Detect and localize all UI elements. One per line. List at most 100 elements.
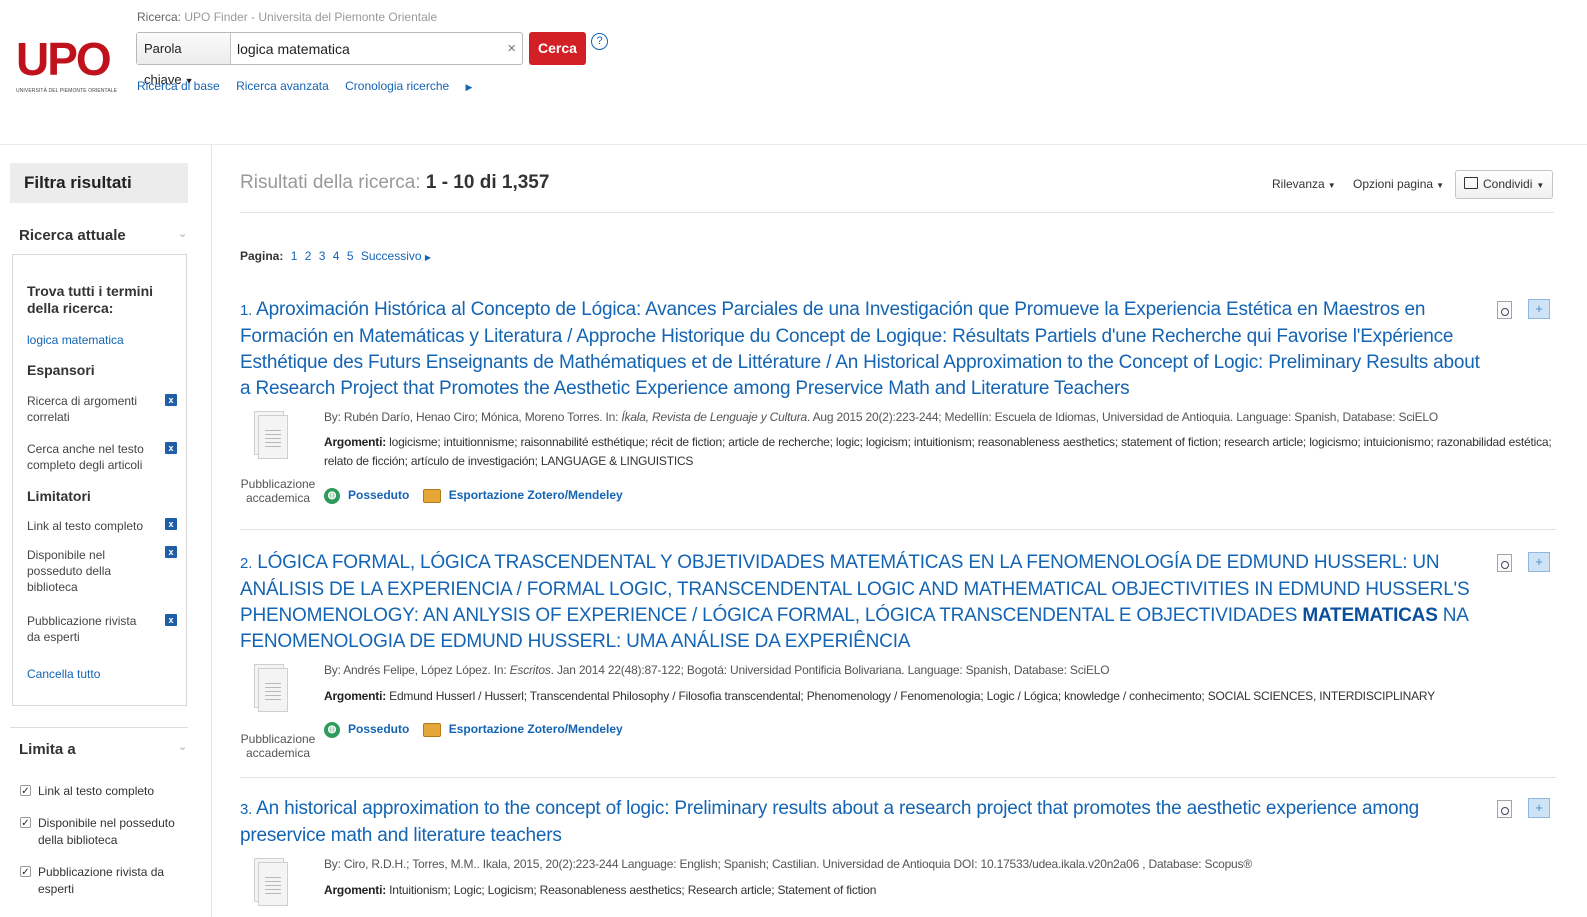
basic-search-link[interactable]: Ricerca di base bbox=[137, 79, 220, 93]
caret-down-icon: ▼ bbox=[1327, 181, 1336, 190]
remove-limiter-button[interactable]: x bbox=[165, 518, 177, 530]
add-to-folder-icon[interactable]: + bbox=[1528, 798, 1550, 818]
preview-icon[interactable] bbox=[1497, 800, 1512, 818]
document-icon bbox=[258, 668, 288, 712]
results-heading: Risultati della ricerca: 1 - 10 di 1,357 bbox=[240, 172, 549, 194]
result-item: 1. Aproximación Histórica al Concepto de… bbox=[240, 297, 1560, 530]
result-actions: + bbox=[1497, 297, 1557, 321]
search-box: Parola chiave▼ × bbox=[136, 32, 523, 87]
current-search-panel: Trova tutti i termini della ricerca: log… bbox=[12, 254, 187, 706]
search-term-link[interactable]: logica matematica bbox=[27, 332, 152, 348]
search-context-value: UPO Finder - Universita del Piemonte Ori… bbox=[184, 10, 438, 24]
search-input[interactable] bbox=[237, 33, 497, 64]
byline-details: . Jan 2014 22(48):87-122; Bogotá: Univer… bbox=[550, 663, 1110, 677]
checkbox-checked[interactable]: ✓ bbox=[20, 866, 31, 878]
next-page-link[interactable]: Successivo ▶ bbox=[361, 249, 431, 263]
help-icon[interactable]: ? bbox=[591, 33, 608, 50]
search-context: Ricerca: UPO Finder - Universita del Pie… bbox=[137, 10, 437, 24]
result-byline: By: Rubén Darío, Henao Ciro; Mónica, Mor… bbox=[324, 410, 1438, 424]
add-to-folder-icon[interactable]: + bbox=[1528, 552, 1550, 572]
pagination: Pagina: 1 2 3 4 5 Successivo ▶ bbox=[240, 249, 431, 263]
result-divider bbox=[240, 529, 1556, 530]
caret-right-icon: ▶ bbox=[424, 253, 432, 262]
byline-details: . Aug 2015 20(2):223-244; Medellín: Escu… bbox=[806, 410, 1439, 424]
remove-expander-button[interactable]: x bbox=[165, 442, 177, 454]
find-all-terms-heading: Trova tutti i termini della ricerca: bbox=[27, 283, 154, 316]
remove-limiter-button[interactable]: x bbox=[165, 546, 177, 558]
advanced-search-link[interactable]: Ricerca avanzata bbox=[236, 79, 329, 93]
page-link[interactable]: 5 bbox=[347, 249, 354, 263]
sort-label: Rilevanza bbox=[1272, 177, 1325, 191]
chevron-down-icon[interactable]: ⌄ bbox=[178, 740, 187, 753]
remove-limiter-button[interactable]: x bbox=[165, 614, 177, 626]
export-link[interactable]: Esportazione Zotero/Mendeley bbox=[449, 722, 623, 736]
pagination-label: Pagina: bbox=[240, 249, 284, 263]
byline-authors: By: Andrés Felipe, López López. In: bbox=[324, 663, 510, 677]
export-link[interactable]: Esportazione Zotero/Mendeley bbox=[449, 488, 623, 502]
results-label: Risultati della ricerca: bbox=[240, 172, 421, 193]
upo-logo[interactable]: UPO UNIVERSITÀ DEL PIEMONTE ORIENTALE bbox=[16, 36, 118, 100]
byline-source: Íkala, Revista de Lenguaje y Cultura bbox=[621, 410, 807, 424]
result-subjects: Argomenti: logicisme; intuitionnisme; ra… bbox=[324, 433, 1554, 471]
logo-subtitle: UNIVERSITÀ DEL PIEMONTE ORIENTALE bbox=[16, 88, 118, 94]
result-item: 2. LÓGICA FORMAL, LÓGICA TRASCENDENTAL Y… bbox=[240, 550, 1560, 778]
share-icon bbox=[1464, 177, 1478, 189]
search-field-select[interactable]: Parola chiave ▼ bbox=[137, 33, 231, 87]
result-subjects: Argomenti: Edmund Husserl / Husserl; Tra… bbox=[324, 687, 1554, 706]
page-options-dropdown[interactable]: Opzioni pagina ▼ bbox=[1353, 177, 1444, 191]
result-byline: By: Ciro, R.D.H.; Torres, M.M.. Ikala, 2… bbox=[324, 857, 1252, 871]
page-link[interactable]: 1 bbox=[291, 249, 298, 263]
results-range: 1 - 10 di 1,357 bbox=[425, 172, 550, 193]
publication-thumbnail bbox=[250, 411, 294, 469]
held-link[interactable]: Posseduto bbox=[348, 488, 409, 502]
clear-search-icon[interactable]: × bbox=[507, 40, 516, 57]
held-link[interactable]: Posseduto bbox=[348, 722, 409, 736]
thumb-lines bbox=[265, 430, 281, 450]
limit-to-heading[interactable]: Limita a bbox=[19, 741, 76, 758]
result-number: 1. bbox=[240, 302, 253, 319]
held-icon: ◍ bbox=[324, 722, 340, 738]
publication-type: Pubblicazione accademica bbox=[240, 477, 316, 505]
result-title-text: LÓGICA FORMAL, LÓGICA TRASCENDENTAL Y OB… bbox=[240, 552, 1470, 626]
page-link[interactable]: 2 bbox=[305, 249, 312, 263]
limit-option-label: Disponibile nel posseduto della bibliote… bbox=[38, 816, 175, 847]
limiter-item: Disponibile nel posseduto della bibliote… bbox=[27, 548, 112, 594]
search-links: Ricerca di base Ricerca avanzata Cronolo… bbox=[137, 79, 498, 93]
chevron-down-icon[interactable]: ⌄ bbox=[178, 227, 187, 240]
result-divider bbox=[240, 777, 1556, 778]
document-icon bbox=[258, 862, 288, 906]
limit-divider bbox=[10, 727, 188, 728]
subjects-label: Argomenti: bbox=[324, 883, 386, 897]
preview-icon[interactable] bbox=[1497, 554, 1512, 572]
search-button[interactable]: Cerca bbox=[529, 32, 586, 65]
current-search-heading[interactable]: Ricerca attuale bbox=[19, 227, 126, 244]
remove-expander-button[interactable]: x bbox=[165, 394, 177, 406]
checkbox-checked[interactable]: ✓ bbox=[20, 785, 31, 797]
subjects-label: Argomenti: bbox=[324, 435, 386, 449]
limiter-item: Link al testo completo bbox=[27, 519, 144, 533]
caret-down-icon: ▼ bbox=[1536, 181, 1545, 190]
page-link[interactable]: 3 bbox=[319, 249, 326, 263]
publication-thumbnail bbox=[250, 858, 294, 916]
thumb-lines bbox=[265, 877, 281, 897]
share-button[interactable]: Condividi ▼ bbox=[1455, 170, 1553, 199]
sidebar-divider bbox=[211, 145, 212, 917]
search-history-link[interactable]: Cronologia ricerche ▶ bbox=[345, 79, 485, 93]
clear-all-link[interactable]: Cancella tutto bbox=[27, 666, 152, 682]
checkbox-checked[interactable]: ✓ bbox=[20, 817, 31, 829]
preview-icon[interactable] bbox=[1497, 301, 1512, 319]
result-title[interactable]: 3. An historical approximation to the co… bbox=[240, 796, 1480, 849]
share-label: Condividi bbox=[1483, 177, 1533, 191]
add-to-folder-icon[interactable]: + bbox=[1528, 299, 1550, 319]
result-links: ◍ Posseduto Esportazione Zotero/Mendeley bbox=[324, 488, 623, 504]
thumb-lines bbox=[265, 683, 281, 703]
sort-dropdown[interactable]: Rilevanza ▼ bbox=[1272, 177, 1336, 191]
search-context-label: Ricerca: bbox=[137, 10, 182, 24]
byline-authors: By: Rubén Darío, Henao Ciro; Mónica, Mor… bbox=[324, 410, 622, 424]
result-title[interactable]: 2. LÓGICA FORMAL, LÓGICA TRASCENDENTAL Y… bbox=[240, 550, 1480, 655]
page-link[interactable]: 4 bbox=[333, 249, 340, 263]
highlighted-term: MATEMATICAS bbox=[1302, 605, 1438, 626]
result-number: 3. bbox=[240, 801, 253, 818]
limiters-heading: Limitatori bbox=[27, 488, 91, 504]
result-title[interactable]: 1. Aproximación Histórica al Concepto de… bbox=[240, 297, 1480, 402]
